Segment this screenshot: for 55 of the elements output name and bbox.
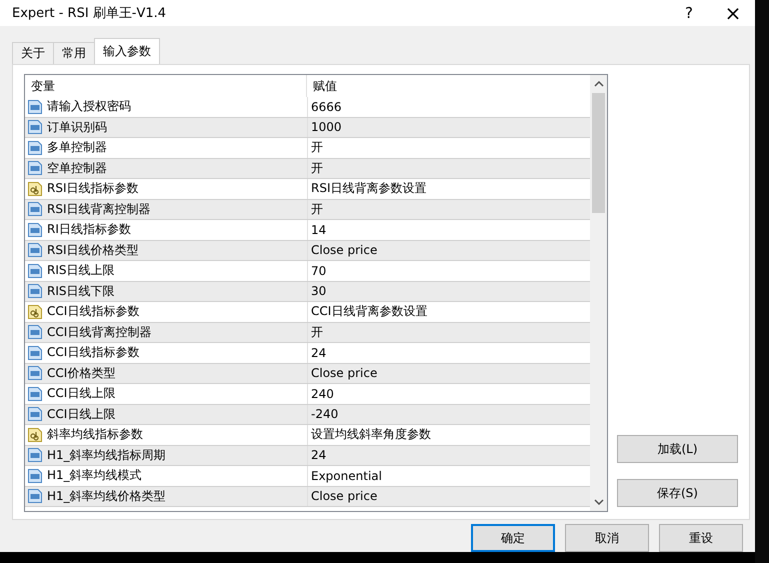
number-type-icon	[27, 222, 43, 238]
parameter-name: CCI价格类型	[47, 364, 116, 382]
number-type-icon	[27, 242, 43, 258]
save-button[interactable]: 保存(S)	[617, 479, 738, 507]
number-type-icon	[27, 324, 43, 340]
text-type-icon	[27, 304, 43, 320]
number-type-icon	[27, 406, 43, 422]
number-type-icon	[27, 365, 43, 382]
scroll-down-icon[interactable]	[594, 499, 604, 505]
parameter-name: 斜率均线指标参数	[47, 426, 143, 444]
parameter-name: CCI日线上限	[47, 385, 116, 402]
number-type-icon	[27, 98, 43, 115]
parameter-name: CCI日线指标参数	[47, 344, 140, 362]
scroll-up-icon[interactable]	[594, 81, 604, 87]
dialog-button[interactable]: 取消	[565, 524, 649, 552]
number-type-icon	[27, 140, 43, 156]
tab[interactable]: 输入参数	[94, 38, 160, 64]
parameter-name: CCI日线背离控制器	[47, 324, 152, 341]
parameter-name: RIS日线下限	[47, 282, 114, 300]
parameter-name: H1_斜率均线指标周期	[47, 446, 166, 464]
parameter-name: RIS日线上限	[47, 262, 114, 280]
parameter-name: CCI日线上限	[47, 406, 116, 423]
parameter-name: RI日线指标参数	[47, 221, 131, 238]
text-type-icon	[27, 426, 43, 443]
parameter-name: RSI日线背离控制器	[47, 200, 150, 218]
parameter-name: 空单控制器	[47, 160, 107, 177]
load-button[interactable]: 加载(L)	[617, 435, 738, 463]
number-type-icon	[27, 386, 43, 402]
number-type-icon	[27, 119, 43, 136]
column-header[interactable]: 赋值	[307, 75, 590, 97]
dialog-button[interactable]: 重设	[659, 524, 743, 552]
scroll-thumb[interactable]	[592, 93, 605, 213]
number-type-icon	[27, 488, 43, 504]
window-title: Expert - RSI 刷单王-V1.4	[12, 5, 166, 22]
parameter-name: RSI日线价格类型	[47, 242, 138, 259]
help-button[interactable]: ?	[667, 0, 711, 26]
number-type-icon	[27, 468, 43, 484]
parameter-name: 请输入授权密码	[47, 98, 131, 116]
dialog-button[interactable]: 确定	[471, 524, 555, 552]
tab[interactable]: 关于	[12, 42, 54, 64]
number-type-icon	[27, 344, 43, 361]
parameter-name: CCI日线指标参数	[47, 303, 140, 320]
text-type-icon	[27, 180, 43, 197]
number-type-icon	[27, 160, 43, 176]
parameter-name: H1_斜率均线价格类型	[47, 488, 166, 505]
number-type-icon	[27, 283, 43, 300]
parameter-name: H1_斜率均线模式	[47, 467, 142, 484]
close-button[interactable]: ×	[711, 0, 755, 26]
number-type-icon	[27, 262, 43, 279]
number-type-icon	[27, 201, 43, 218]
parameter-name: 多单控制器	[47, 139, 107, 156]
number-type-icon	[27, 447, 43, 464]
scroll-bar[interactable]	[590, 75, 607, 511]
parameter-name: 订单识别码	[47, 118, 107, 136]
parameter-name: RSI日线指标参数	[47, 180, 138, 198]
